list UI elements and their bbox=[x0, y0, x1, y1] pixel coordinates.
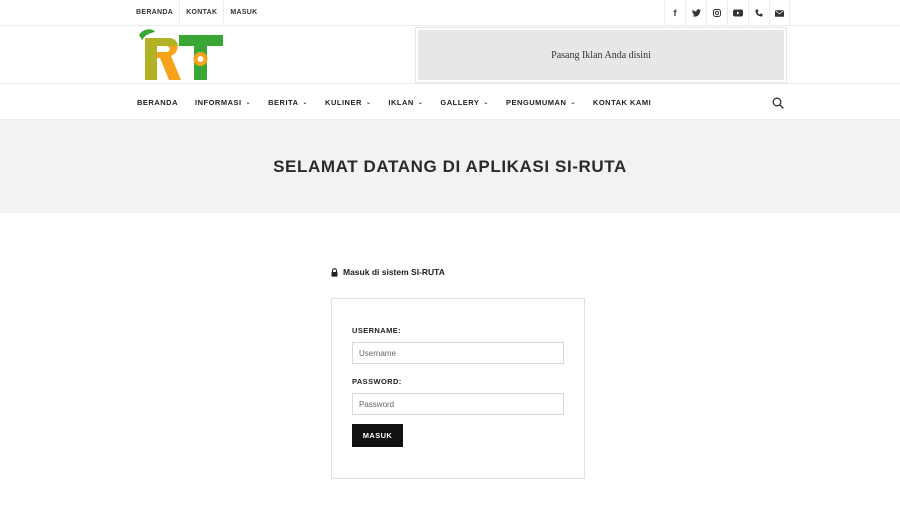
nav-list: BERANDA INFORMASI ⌄ BERITA ⌄ KULINER ⌄ IKLA… bbox=[137, 84, 668, 120]
youtube-icon[interactable] bbox=[727, 0, 748, 26]
top-bar: BERANDA KONTAK MASUK f bbox=[0, 0, 900, 26]
nav-label: IKLAN bbox=[388, 97, 414, 107]
username-input[interactable] bbox=[352, 342, 564, 364]
top-link-masuk[interactable]: MASUK bbox=[224, 0, 263, 26]
nav-item-kuliner[interactable]: KULINER ⌄ bbox=[325, 98, 371, 107]
nav-label: GALLERY bbox=[440, 97, 480, 107]
phone-icon[interactable] bbox=[748, 0, 769, 26]
chevron-down-icon: ⌄ bbox=[417, 99, 424, 106]
mail-icon[interactable] bbox=[769, 0, 790, 26]
site-logo[interactable] bbox=[133, 28, 225, 84]
hero-banner: SELAMAT DATANG DI APLIKASI SI-RUTA bbox=[0, 120, 900, 213]
top-link-kontak[interactable]: KONTAK bbox=[180, 0, 225, 26]
nav-label: INFORMASI bbox=[195, 97, 242, 107]
nav-item-kontak-kami[interactable]: KONTAK KAMI bbox=[593, 98, 651, 107]
login-heading-text: Masuk di sistem SI-RUTA bbox=[343, 267, 445, 277]
username-label: USERNAME: bbox=[352, 326, 402, 335]
nav-item-informasi[interactable]: INFORMASI ⌄ bbox=[195, 98, 251, 107]
social-links: f bbox=[664, 0, 790, 26]
top-link-beranda[interactable]: BERANDA bbox=[130, 0, 181, 26]
top-links: BERANDA KONTAK MASUK bbox=[130, 0, 264, 26]
ad-banner[interactable]: Pasang Iklan Anda disini bbox=[415, 27, 787, 83]
twitter-icon[interactable] bbox=[685, 0, 706, 26]
chevron-down-icon: ⌄ bbox=[483, 99, 489, 106]
password-label: PASSWORD: bbox=[352, 377, 402, 386]
nav-label: KULINER bbox=[325, 97, 362, 107]
nav-label: BERITA bbox=[268, 97, 299, 107]
ad-banner-text: Pasang Iklan Anda disini bbox=[418, 30, 784, 80]
lock-icon bbox=[331, 267, 338, 277]
chevron-down-icon: ⌄ bbox=[245, 99, 252, 106]
nav-label: BERANDA bbox=[137, 97, 178, 107]
nav-label: KONTAK KAMI bbox=[592, 97, 652, 107]
login-heading: Masuk di sistem SI-RUTA bbox=[331, 267, 445, 277]
facebook-icon[interactable]: f bbox=[664, 0, 685, 26]
site-header: Pasang Iklan Anda disini bbox=[0, 26, 900, 84]
page-title: SELAMAT DATANG DI APLIKASI SI-RUTA bbox=[273, 156, 627, 176]
nav-item-iklan[interactable]: IKLAN ⌄ bbox=[388, 98, 423, 107]
chevron-down-icon: ⌄ bbox=[570, 99, 576, 106]
nav-item-berita[interactable]: BERITA ⌄ bbox=[268, 98, 308, 107]
chevron-down-icon: ⌄ bbox=[302, 99, 309, 106]
main-nav: BERANDA INFORMASI ⌄ BERITA ⌄ KULINER ⌄ IKLA… bbox=[0, 84, 900, 120]
nav-label: PENGUMUMAN bbox=[505, 97, 567, 107]
nav-item-pengumuman[interactable]: PENGUMUMAN ⌄ bbox=[506, 98, 576, 107]
password-input[interactable] bbox=[352, 393, 564, 415]
nav-item-gallery[interactable]: GALLERY ⌄ bbox=[440, 98, 489, 107]
instagram-icon[interactable] bbox=[706, 0, 727, 26]
search-icon[interactable] bbox=[772, 96, 784, 109]
login-button[interactable]: MASUK bbox=[352, 424, 403, 447]
login-form: USERNAME: PASSWORD: MASUK bbox=[331, 298, 585, 479]
chevron-down-icon: ⌄ bbox=[365, 99, 372, 106]
nav-item-beranda[interactable]: BERANDA bbox=[137, 98, 178, 107]
